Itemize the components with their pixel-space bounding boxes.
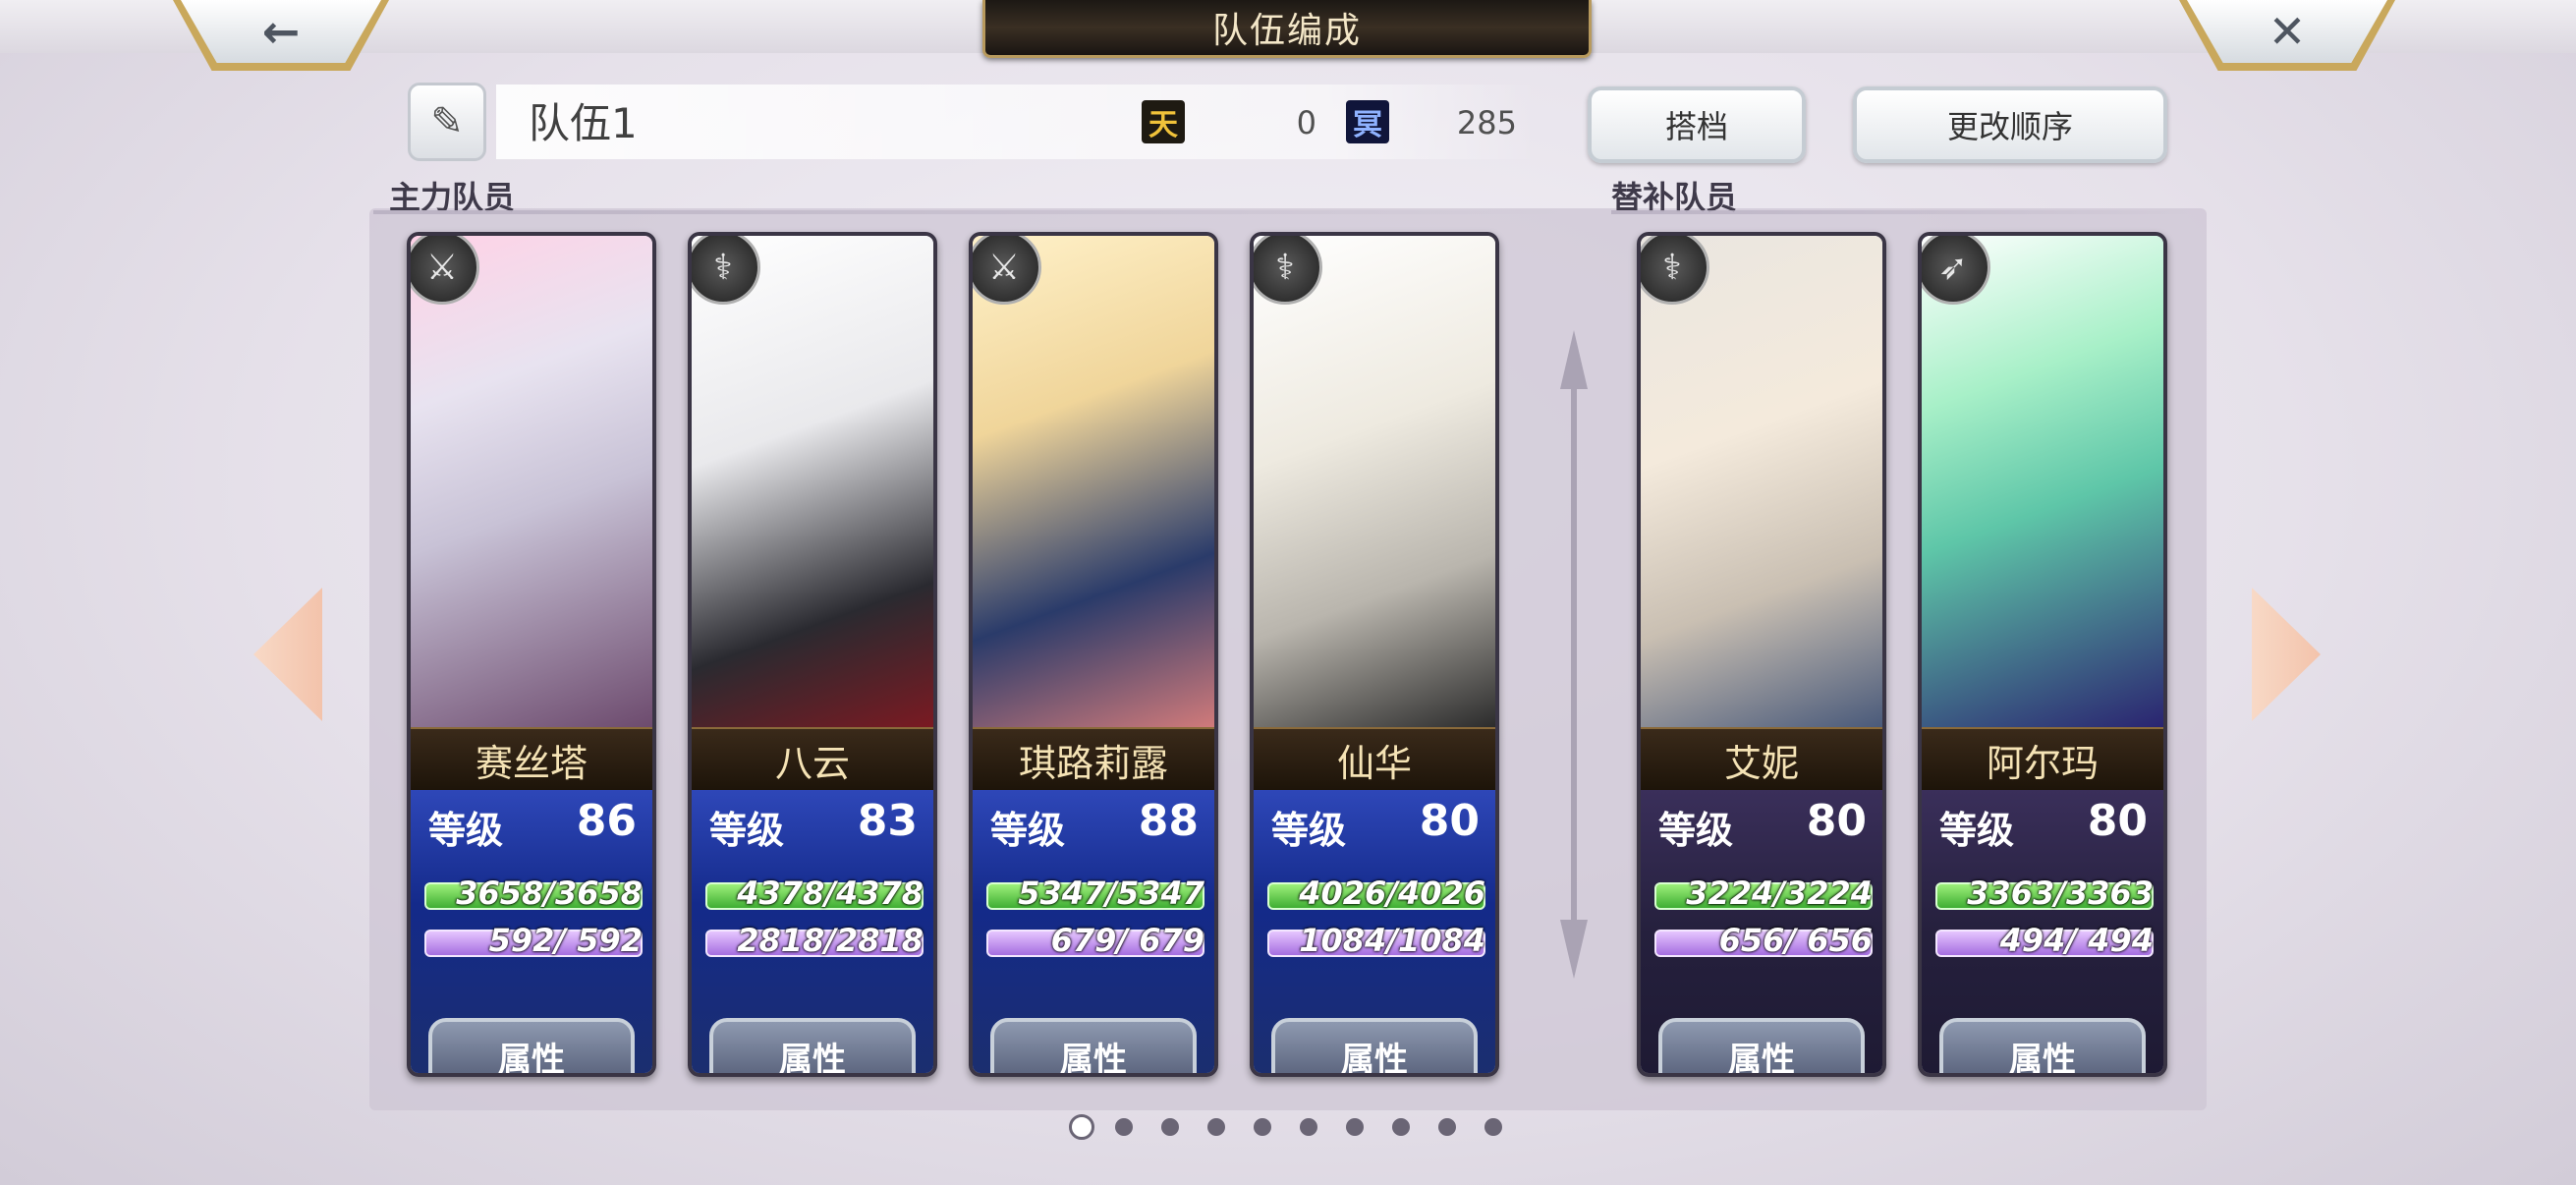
- attributes-button[interactable]: 属性: [428, 1018, 635, 1073]
- member-card[interactable]: ➶ 阿尔玛 等级 80 3363/3363 494/ 494 属性: [1918, 232, 2167, 1077]
- stats-panel: 等级 80 3363/3363 494/ 494 属性: [1922, 790, 2163, 1073]
- level-label: 等级: [1271, 809, 1347, 852]
- ten-value: 0: [1296, 104, 1316, 141]
- page-dot[interactable]: [1438, 1118, 1456, 1136]
- ming-icon: 冥: [1346, 100, 1389, 143]
- member-card[interactable]: ⚕ 艾妮 等级 80 3224/3224 656/ 656 属性: [1637, 232, 1886, 1077]
- stats-panel: 等级 83 4378/4378 2818/2818 属性: [692, 790, 933, 1073]
- level-value: 83: [857, 796, 918, 846]
- mp-value: 656/ 656: [1718, 922, 1873, 959]
- mp-value: 2818/2818: [737, 922, 924, 959]
- ten-icon: 天: [1142, 100, 1185, 143]
- character-portrait[interactable]: [1922, 236, 2163, 727]
- page-title: 队伍编成: [1211, 11, 1362, 51]
- member-card[interactable]: ⚕ 八云 等级 83 4378/4378 2818/2818 属性: [688, 232, 937, 1077]
- reserve-members-divider: [1611, 210, 2201, 214]
- character-name-plate: 仙华: [1254, 727, 1495, 792]
- pen-icon: ✎: [430, 99, 464, 144]
- page-dot[interactable]: [1392, 1118, 1410, 1136]
- attributes-button[interactable]: 属性: [709, 1018, 916, 1073]
- level-value: 80: [1806, 796, 1867, 846]
- level-label: 等级: [1939, 809, 2015, 852]
- level-label: 等级: [709, 809, 785, 852]
- character-portrait[interactable]: [411, 236, 652, 727]
- hp-value: 4378/4378: [737, 875, 924, 912]
- ming-value: 285: [1456, 104, 1517, 141]
- stats-panel: 等级 80 4026/4026 1084/1084 属性: [1254, 790, 1495, 1073]
- character-name-plate: 琪路莉露: [973, 727, 1214, 792]
- character-name: 赛丝塔: [475, 741, 588, 785]
- stats-panel: 等级 86 3658/3658 592/ 592 属性: [411, 790, 652, 1073]
- page-dot[interactable]: [1207, 1118, 1225, 1136]
- hp-value: 3224/3224: [1686, 875, 1873, 912]
- page-dot[interactable]: [1346, 1118, 1364, 1136]
- partner-button[interactable]: 搭档: [1588, 86, 1806, 163]
- member-card[interactable]: ⚔ 赛丝塔 等级 86 3658/3658 592/ 592 属性: [407, 232, 656, 1077]
- edit-team-name-button[interactable]: ✎: [408, 83, 486, 161]
- level-value: 80: [2087, 796, 2148, 846]
- mp-value: 494/ 494: [1999, 922, 2154, 959]
- character-name: 阿尔玛: [1986, 741, 2099, 785]
- attributes-button[interactable]: 属性: [1271, 1018, 1478, 1073]
- character-portrait[interactable]: [692, 236, 933, 727]
- next-page-arrow-icon[interactable]: [2252, 588, 2321, 721]
- page-dot[interactable]: [1069, 1114, 1094, 1140]
- level-value: 80: [1419, 796, 1480, 846]
- member-card[interactable]: ⚕ 仙华 等级 80 4026/4026 1084/1084 属性: [1250, 232, 1499, 1077]
- character-portrait[interactable]: [1641, 236, 1882, 727]
- character-name: 琪路莉露: [1018, 741, 1168, 785]
- title-plate: 队伍编成: [982, 0, 1592, 58]
- member-card[interactable]: ⚔ 琪路莉露 等级 88 5347/5347 679/ 679 属性: [969, 232, 1218, 1077]
- hp-value: 3363/3363: [1967, 875, 2154, 912]
- attributes-button[interactable]: 属性: [1658, 1018, 1865, 1073]
- stats-panel: 等级 80 3224/3224 656/ 656 属性: [1641, 790, 1882, 1073]
- character-portrait[interactable]: [1254, 236, 1495, 727]
- character-name: 八云: [774, 741, 850, 785]
- page-dot[interactable]: [1484, 1118, 1502, 1136]
- hp-value: 4026/4026: [1299, 875, 1485, 912]
- character-name-plate: 艾妮: [1641, 727, 1882, 792]
- level-label: 等级: [1658, 809, 1734, 852]
- page-dot[interactable]: [1254, 1118, 1271, 1136]
- back-arrow-icon: ←: [261, 5, 301, 58]
- mp-value: 1084/1084: [1299, 922, 1485, 959]
- reorder-button[interactable]: 更改顺序: [1853, 86, 2167, 163]
- attributes-button[interactable]: 属性: [1939, 1018, 2146, 1073]
- character-name: 艾妮: [1723, 741, 1799, 785]
- level-label: 等级: [990, 809, 1066, 852]
- level-value: 88: [1138, 796, 1199, 846]
- level-value: 86: [576, 796, 637, 846]
- character-name: 仙华: [1336, 741, 1412, 785]
- character-portrait[interactable]: [973, 236, 1214, 727]
- mp-value: 592/ 592: [488, 922, 643, 959]
- page-dot[interactable]: [1115, 1118, 1133, 1136]
- character-name-plate: 赛丝塔: [411, 727, 652, 792]
- team-name: 队伍1: [529, 99, 638, 147]
- close-icon: ✕: [2268, 5, 2307, 58]
- character-name-plate: 阿尔玛: [1922, 727, 2163, 792]
- main-members-divider: [373, 210, 1572, 214]
- page-dot[interactable]: [1161, 1118, 1179, 1136]
- attributes-button[interactable]: 属性: [990, 1018, 1197, 1073]
- hp-value: 5347/5347: [1018, 875, 1204, 912]
- level-label: 等级: [428, 809, 504, 852]
- swap-divider-arrow-icon: [1560, 330, 1588, 979]
- page-dot[interactable]: [1300, 1118, 1317, 1136]
- mp-value: 679/ 679: [1050, 922, 1204, 959]
- prev-page-arrow-icon[interactable]: [253, 588, 322, 721]
- hp-value: 3658/3658: [456, 875, 643, 912]
- character-name-plate: 八云: [692, 727, 933, 792]
- stats-panel: 等级 88 5347/5347 679/ 679 属性: [973, 790, 1214, 1073]
